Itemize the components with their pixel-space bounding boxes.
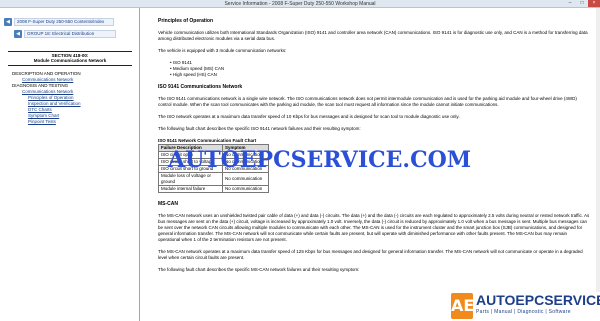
paragraph: The following fault chart describes the … [158,126,361,131]
table-cell: No communication [222,172,269,186]
network-list: ISO 9141 Medium speed (MS) CAN High spee… [158,60,590,78]
table-caption: ISO 9141 Network Communication Fault Cha… [158,138,257,143]
window-titlebar: Service Information - 2008 F-Super Duty … [0,0,600,8]
back-arrow-icon[interactable]: ◀ [4,18,12,26]
paragraph: The ISO network operates at a maximum da… [158,114,460,119]
minimize-button[interactable]: – [564,0,576,7]
back-arrow-icon[interactable]: ◀ [14,30,22,38]
nav-link-pinpoint-tests[interactable]: Pinpoint Tests [12,119,136,125]
table-row: Module loss of voltage or ground No comm… [158,172,269,186]
paragraph: The ISO 9141 communications network is a… [158,96,577,107]
maximize-button[interactable]: □ [576,0,588,7]
section-heading: MS-CAN [158,201,178,207]
table-row: Module internal failure No communication [158,185,269,193]
breadcrumb-contents[interactable]: 2008 F-Super Duty 250-550 Contents/Index [14,18,114,26]
divider [8,51,132,52]
paragraph: Vehicle communication utilizes both Inte… [158,30,588,41]
brand-logo: AE AUTOEPCSERVICE Parts | Manual | Diagn… [451,292,600,321]
close-button[interactable]: × [588,0,600,7]
table-cell: Module internal failure [158,185,223,193]
table-cell: Module loss of voltage or ground [158,172,223,186]
logo-name: AUTOEPCSERVICE [476,292,600,308]
paragraph: The vehicle is equipped with 3 module co… [158,48,287,53]
sidebar-nav: DESCRIPTION AND OPERATION Communications… [12,71,136,125]
section-title: Module Communications Network [33,58,107,63]
logo-badge-icon: AE [451,293,474,319]
table-cell: No communication [222,185,269,193]
window-title: Service Information - 2008 F-Super Duty … [224,1,376,7]
vertical-scrollbar[interactable] [596,8,600,321]
logo-tagline: Parts | Manual | Diagnostic | Software [476,309,571,315]
sidebar: ◀ 2008 F-Super Duty 250-550 Contents/Ind… [0,8,140,321]
section-heading: ISO 9141 Communications Network [158,84,243,90]
breadcrumb-group[interactable]: GROUP 18: Electrical Distribution [24,30,116,38]
paragraph: The following fault chart describes the … [158,267,360,272]
paragraph: The MS-CAN network uses an unshielded tw… [158,213,590,242]
paragraph: The MS-CAN network operates at a maximum… [158,249,583,260]
divider [8,65,132,66]
watermark: AUTOEPCSERVICE.COM [168,147,472,173]
list-item: High speed (HS) CAN [170,72,590,78]
page-heading: Principles of Operation [158,18,214,24]
